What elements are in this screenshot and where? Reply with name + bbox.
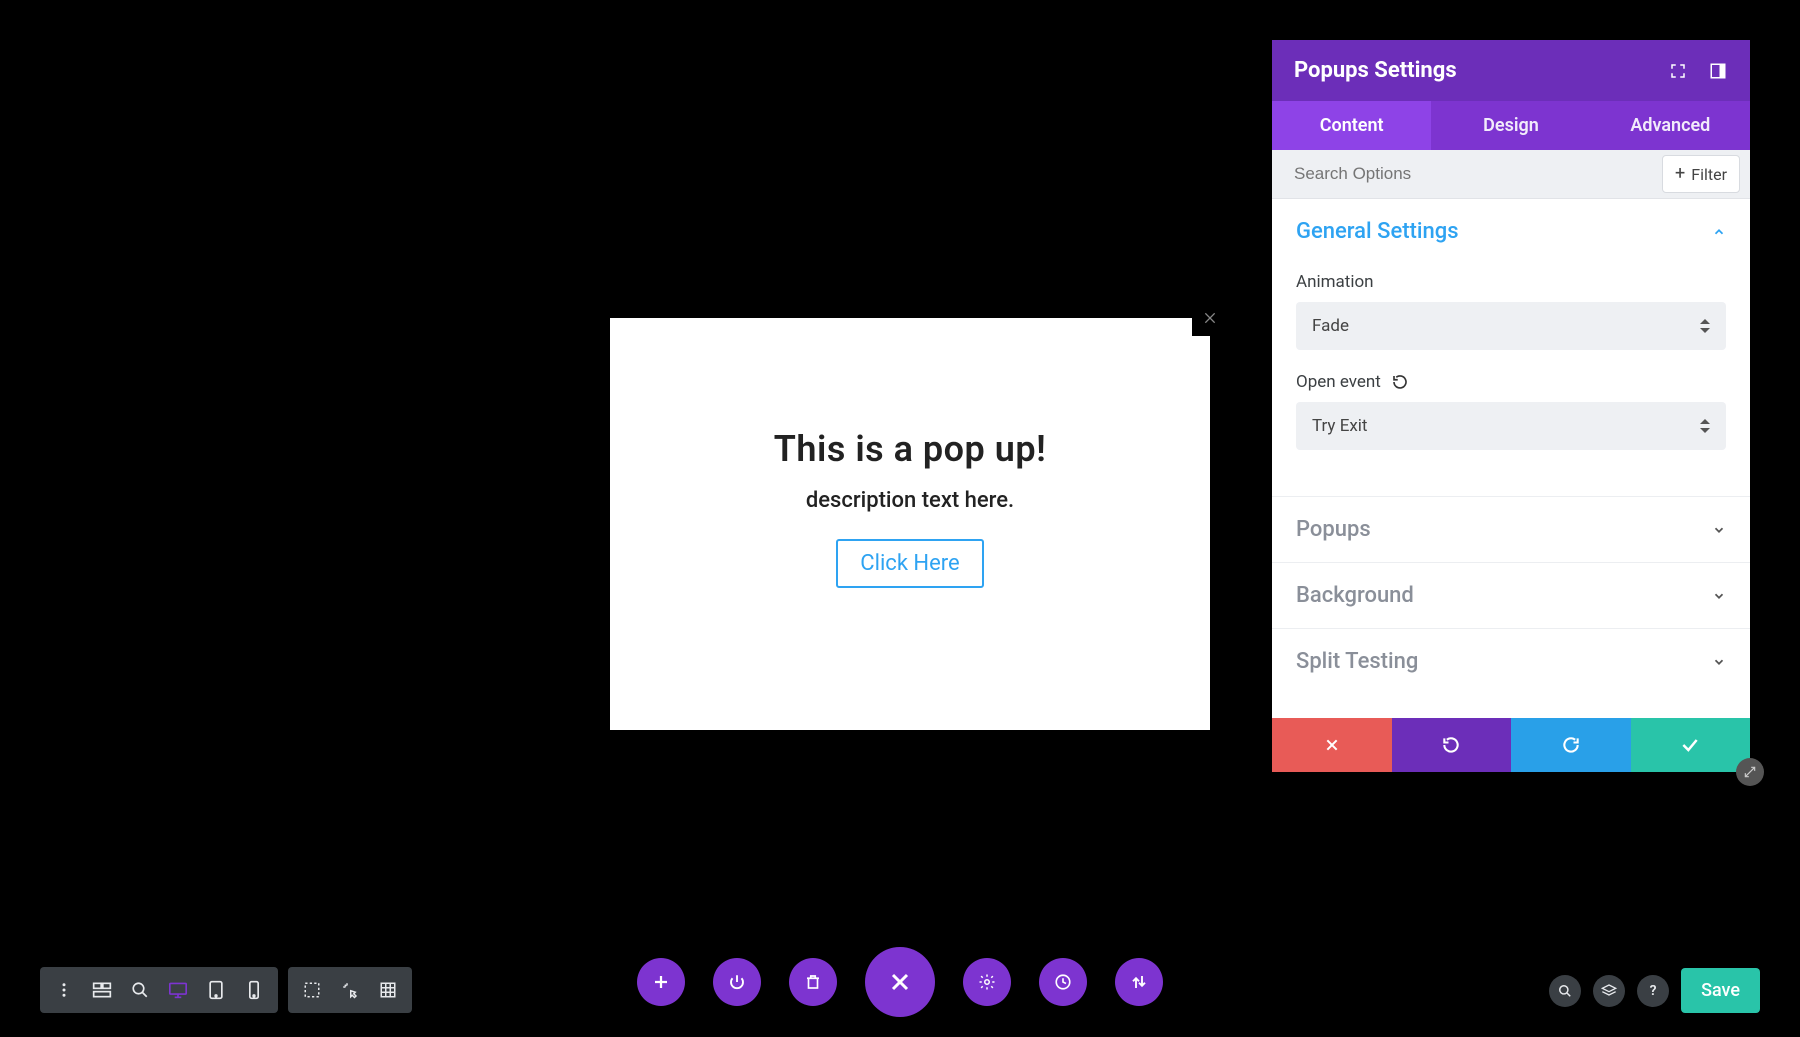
clock-icon — [1054, 973, 1072, 991]
mode-toolbar — [288, 967, 412, 1013]
add-button[interactable] — [637, 958, 685, 1006]
zoom-button[interactable] — [122, 973, 158, 1007]
chevron-down-icon — [1712, 523, 1726, 537]
wireframe-icon — [92, 981, 112, 999]
plus-icon: + — [1675, 165, 1685, 183]
section-general-settings[interactable]: General Settings — [1272, 199, 1750, 264]
panel-title: Popups Settings — [1294, 58, 1457, 83]
wireframe-view-button[interactable] — [84, 973, 120, 1007]
popup-cta-button[interactable]: Click Here — [836, 539, 983, 588]
resize-handle[interactable] — [1736, 758, 1764, 786]
close-builder-button[interactable] — [865, 947, 935, 1017]
trash-icon — [804, 973, 822, 991]
desktop-view-button[interactable] — [160, 973, 196, 1007]
popup-close-button[interactable] — [1192, 300, 1228, 336]
undo-icon — [1441, 735, 1461, 755]
confirm-button[interactable] — [1631, 718, 1751, 772]
openevent-select[interactable]: Try Exit — [1296, 402, 1726, 450]
power-button[interactable] — [713, 958, 761, 1006]
click-mode-button[interactable] — [332, 973, 368, 1007]
cursor-click-icon — [341, 981, 359, 999]
redo-button[interactable] — [1511, 718, 1631, 772]
search-icon — [1558, 984, 1572, 998]
bottom-toolbar-center — [637, 947, 1163, 1017]
help-button[interactable]: ? — [1637, 975, 1669, 1007]
close-icon — [888, 970, 912, 994]
chevron-down-icon — [1712, 589, 1726, 603]
animation-select[interactable]: Fade — [1296, 302, 1726, 350]
filter-button[interactable]: + Filter — [1662, 155, 1740, 193]
tab-design[interactable]: Design — [1431, 101, 1590, 150]
popup-description: description text here. — [650, 488, 1170, 513]
animation-label: Animation — [1296, 272, 1726, 292]
chevron-up-icon — [1712, 225, 1726, 239]
search-input[interactable] — [1292, 163, 1662, 185]
select-icon — [303, 981, 321, 999]
resize-icon — [1743, 765, 1757, 779]
select-mode-button[interactable] — [294, 973, 330, 1007]
section-split-testing[interactable]: Split Testing — [1272, 628, 1750, 694]
page-settings-button[interactable] — [963, 958, 1011, 1006]
openevent-label: Open event — [1296, 372, 1726, 392]
discard-button[interactable] — [1272, 718, 1392, 772]
phone-view-button[interactable] — [236, 973, 272, 1007]
panel-tabs: Content Design Advanced — [1272, 101, 1750, 150]
panel-header: Popups Settings — [1272, 40, 1750, 101]
bottom-toolbar-left — [40, 967, 412, 1013]
view-toolbar — [40, 967, 278, 1013]
section-popups[interactable]: Popups — [1272, 496, 1750, 562]
search-icon — [131, 981, 149, 999]
plus-icon — [652, 973, 670, 991]
tablet-view-button[interactable] — [198, 973, 234, 1007]
sort-icon — [1700, 419, 1710, 433]
section-background[interactable]: Background — [1272, 562, 1750, 628]
close-icon — [1202, 310, 1218, 326]
panel-footer — [1272, 718, 1750, 772]
gear-icon — [978, 973, 996, 991]
reset-icon[interactable] — [1391, 373, 1409, 391]
arrows-vertical-icon — [1130, 973, 1148, 991]
search-row: + Filter — [1272, 150, 1750, 199]
panel-scroll[interactable]: General Settings Animation Fade Open eve… — [1272, 199, 1750, 718]
check-icon — [1680, 735, 1700, 755]
settings-panel: Popups Settings Content Design Advanced … — [1272, 40, 1750, 772]
close-icon — [1324, 737, 1340, 753]
tab-content[interactable]: Content — [1272, 101, 1431, 150]
layers-button[interactable] — [1593, 975, 1625, 1007]
portability-button[interactable] — [1115, 958, 1163, 1006]
more-options-button[interactable] — [46, 973, 82, 1007]
power-icon — [728, 973, 746, 991]
undo-button[interactable] — [1392, 718, 1512, 772]
expand-icon[interactable] — [1668, 61, 1688, 81]
grid-icon — [379, 981, 397, 999]
save-button[interactable]: Save — [1681, 968, 1760, 1013]
trash-button[interactable] — [789, 958, 837, 1006]
redo-icon — [1561, 735, 1581, 755]
section-general-body: Animation Fade Open event Try Exit — [1272, 272, 1750, 496]
filter-label: Filter — [1691, 165, 1727, 184]
desktop-icon — [168, 981, 188, 999]
tablet-icon — [208, 980, 224, 1000]
search-page-button[interactable] — [1549, 975, 1581, 1007]
snap-right-icon[interactable] — [1708, 61, 1728, 81]
layers-icon — [1601, 983, 1617, 999]
popup-title: This is a pop up! — [650, 428, 1170, 470]
dots-vertical-icon — [55, 981, 73, 999]
grid-mode-button[interactable] — [370, 973, 406, 1007]
phone-icon — [248, 980, 260, 1000]
popup-preview: This is a pop up! description text here.… — [610, 318, 1210, 730]
bottom-toolbar-right: ? Save — [1549, 968, 1760, 1013]
chevron-down-icon — [1712, 655, 1726, 669]
history-button[interactable] — [1039, 958, 1087, 1006]
question-icon: ? — [1650, 983, 1657, 999]
tab-advanced[interactable]: Advanced — [1591, 101, 1750, 150]
sort-icon — [1700, 319, 1710, 333]
